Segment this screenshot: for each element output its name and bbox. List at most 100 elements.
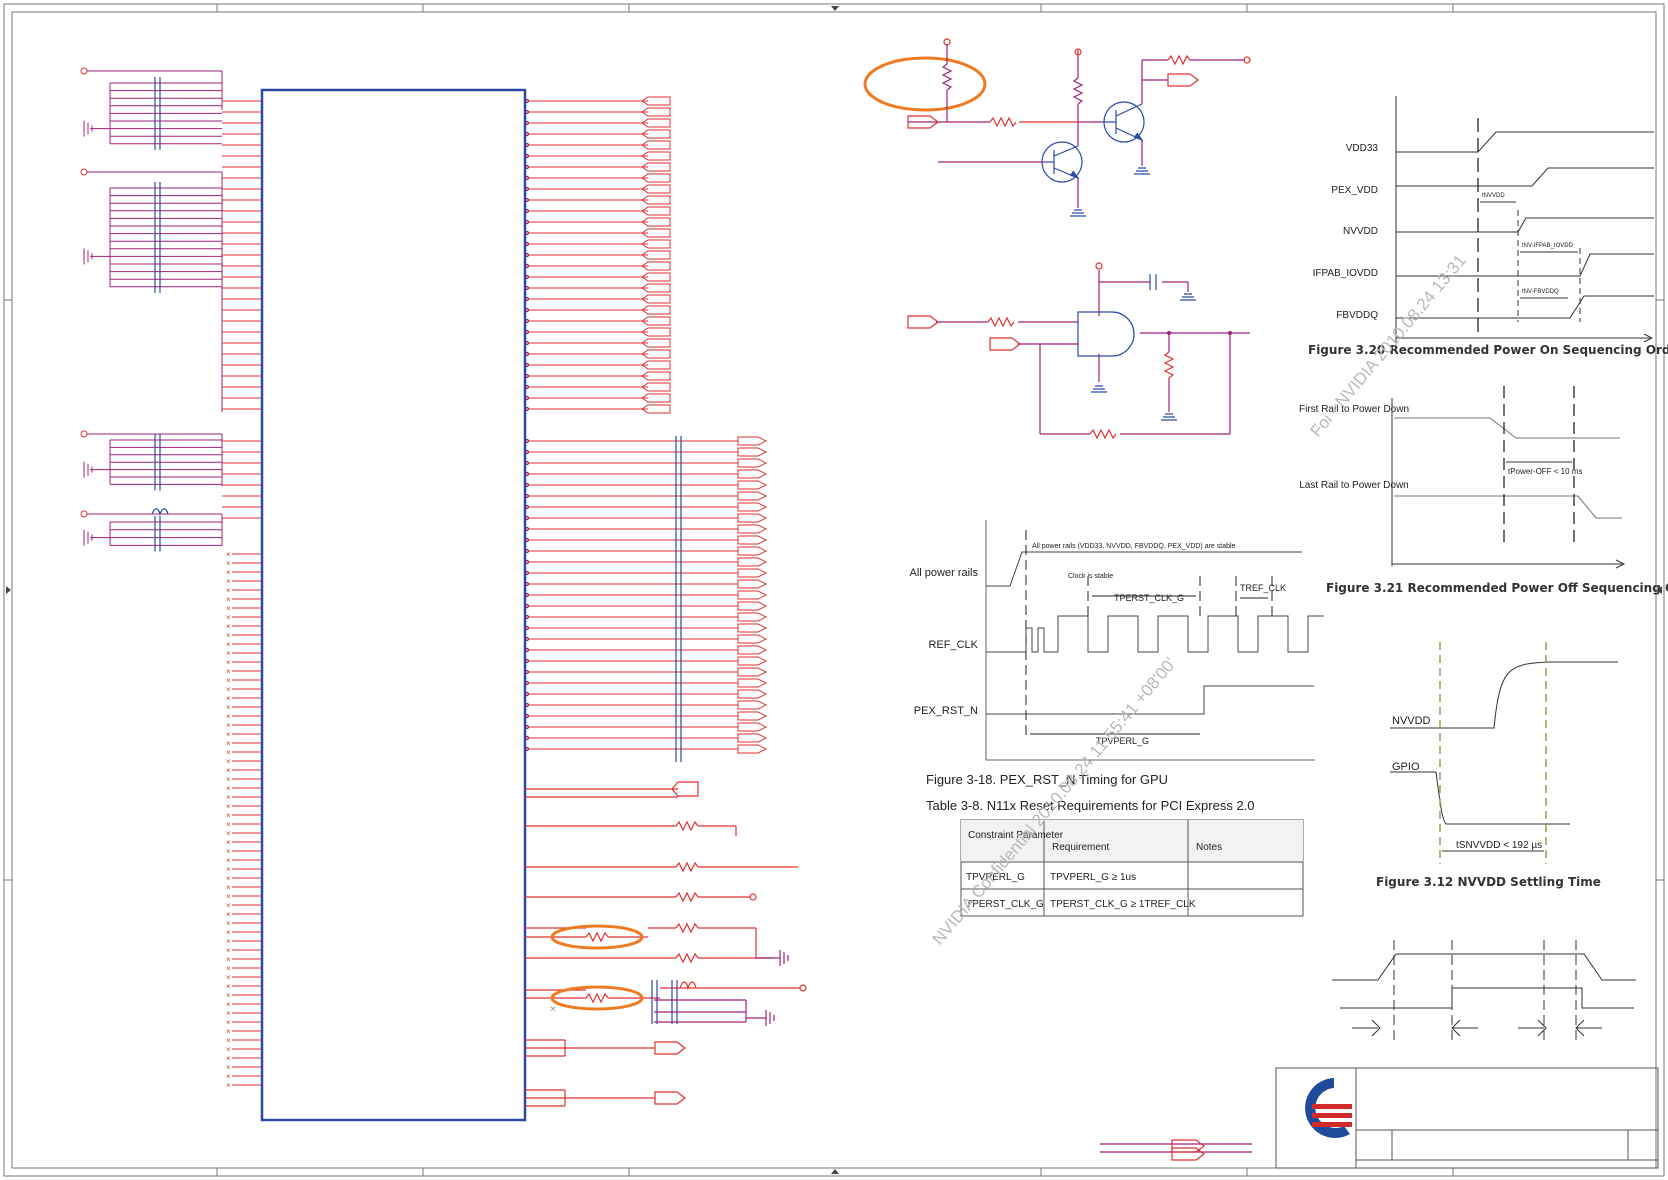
offpage-connector — [737, 546, 768, 556]
no-connect-mark: × — [226, 658, 231, 667]
offpage-connector — [737, 612, 768, 622]
table-cell-r1c2: TPVPERL_G ≥ 1us — [1050, 872, 1136, 883]
pex-figure-caption: Figure 3-18. PEX_RST_N Timing for GPU — [926, 772, 1168, 787]
offpage-connector — [737, 733, 768, 743]
power-on-labels: VDD33 PEX_VDD NVVDD IFPAB_IOVDD FBVDDQ t… — [1308, 143, 1668, 357]
offpage-connector — [737, 744, 768, 754]
no-connect-mark: × — [226, 622, 231, 631]
offpage-connector — [737, 678, 768, 688]
power-node — [80, 168, 88, 176]
border-arrow-bottom — [831, 1169, 839, 1174]
label-all-power-rails: All power rails — [910, 567, 979, 579]
no-connect-mark: × — [226, 1072, 231, 1081]
nvvdd-settling-diagram — [1390, 642, 1618, 864]
no-connect-mark: × — [226, 703, 231, 712]
label-ref-clk: REF_CLK — [928, 639, 978, 651]
no-connect-mark: × — [226, 928, 231, 937]
offpage-connector — [737, 700, 768, 710]
no-connect-mark: × — [226, 775, 231, 784]
rail-pex-vdd: PEX_VDD — [1331, 185, 1378, 196]
no-connect-mark: × — [226, 739, 231, 748]
no-connect-mark: × — [226, 676, 231, 685]
no-connect-mark: × — [226, 1018, 231, 1027]
no-connect-mark: × — [226, 568, 231, 577]
no-connect-mark: × — [226, 982, 231, 991]
no-connect-mark: × — [226, 973, 231, 982]
left-pin-wires: ××××××××××××××××××××××××××××××××××××××××… — [222, 100, 262, 1090]
no-connect-mark: × — [226, 847, 231, 856]
no-connect-mark: × — [226, 559, 231, 568]
label-pex-rst-n: PEX_RST_N — [914, 705, 978, 717]
no-connect-mark: × — [226, 793, 231, 802]
no-connect-mark: × — [226, 892, 231, 901]
label-t-ref-clk: TREF_CLK — [1240, 583, 1286, 593]
no-connect-mark: × — [226, 955, 231, 964]
no-connect-mark: × — [226, 946, 231, 955]
no-connect-mark: × — [226, 865, 231, 874]
pex-timing-diagram — [985, 520, 1324, 761]
no-connect-mark: × — [226, 784, 231, 793]
no-connect-mark: × — [226, 802, 231, 811]
power-off-caption: Figure 3.21 Recommended Power Off Sequen… — [1326, 581, 1668, 595]
offpage-connector — [737, 623, 768, 633]
highlight-ellipse-top — [863, 56, 987, 112]
offpage-connector — [737, 656, 768, 666]
no-connect-mark: × — [550, 1004, 556, 1015]
label-t-nvvdd: tNVVDD — [1482, 193, 1505, 199]
offpage-connector — [737, 579, 768, 589]
no-connect-mark: × — [226, 856, 231, 865]
power-on-caption: Figure 3.20 Recommended Power On Sequenc… — [1308, 343, 1668, 357]
offpage-connector — [737, 458, 768, 468]
offpage-connector — [737, 436, 768, 446]
inductor — [151, 508, 169, 516]
no-connect-mark: × — [226, 1027, 231, 1036]
label-first-rail: First Rail to Power Down — [1299, 404, 1409, 415]
border-arrow-left — [6, 586, 11, 594]
offpage-connector — [737, 502, 768, 512]
and-gate-circuit — [907, 262, 1250, 440]
nvvdd-settling-labels: NVVDD GPIO tSNVVDD < 192 µs Figure 3.12 … — [1376, 715, 1601, 889]
no-connect-mark: × — [226, 883, 231, 892]
reset-table-caption: Table 3-8. N11x Reset Requirements for P… — [926, 798, 1255, 813]
offpage-connector — [737, 711, 768, 721]
no-connect-mark: × — [226, 604, 231, 613]
no-connect-mark: × — [226, 901, 231, 910]
rail-vdd33: VDD33 — [1346, 143, 1379, 154]
label-last-rail: Last Rail to Power Down — [1299, 480, 1409, 491]
gpu-chip-body — [260, 88, 527, 1122]
no-connect-mark: × — [226, 694, 231, 703]
no-connect-mark: × — [226, 757, 231, 766]
power-node — [80, 510, 88, 518]
no-connect-mark: × — [226, 829, 231, 838]
no-connect-mark: × — [226, 1045, 231, 1054]
power-off-sequence-diagram — [1391, 386, 1626, 569]
no-connect-mark: × — [226, 838, 231, 847]
pex-timing-labels: All power rails All power rails (VDD33, … — [910, 543, 1286, 813]
offpage-connector — [737, 667, 768, 677]
no-connect-mark: × — [226, 550, 231, 559]
label-clock-stable: Clock is stable — [1068, 573, 1113, 580]
nvvdd-settling-caption: Figure 3.12 NVVDD Settling Time — [1376, 875, 1601, 889]
power-node — [80, 430, 88, 438]
offpage-connector — [737, 590, 768, 600]
label-gpio: GPIO — [1392, 761, 1420, 773]
no-connect-mark: × — [226, 919, 231, 928]
no-connect-mark: × — [226, 991, 231, 1000]
label-t-fbvddq: tNV-FBVDDQ — [1522, 289, 1559, 295]
no-connect-mark: × — [226, 685, 231, 694]
no-connect-mark: × — [226, 748, 231, 757]
offpage-connector — [737, 634, 768, 644]
no-connect-mark: × — [226, 721, 231, 730]
no-connect-mark: × — [226, 631, 231, 640]
no-connect-mark: × — [226, 1081, 231, 1090]
no-connect-mark: × — [226, 595, 231, 604]
schematic-sheet: ××××××××××××××××××××××××××××××××××××××××… — [3, 3, 1668, 1177]
label-t-perst-clk: TPERST_CLK_G — [1114, 593, 1184, 603]
decoupling-capacitor-groups — [80, 67, 223, 552]
no-connect-mark: × — [226, 667, 231, 676]
offpage-connector — [737, 469, 768, 479]
offpage-connector — [737, 557, 768, 567]
reset-requirements-table: Constraint Parameter Requirement Notes T… — [960, 819, 1304, 917]
offpage-connector — [737, 491, 768, 501]
offpage-connector — [737, 722, 768, 732]
